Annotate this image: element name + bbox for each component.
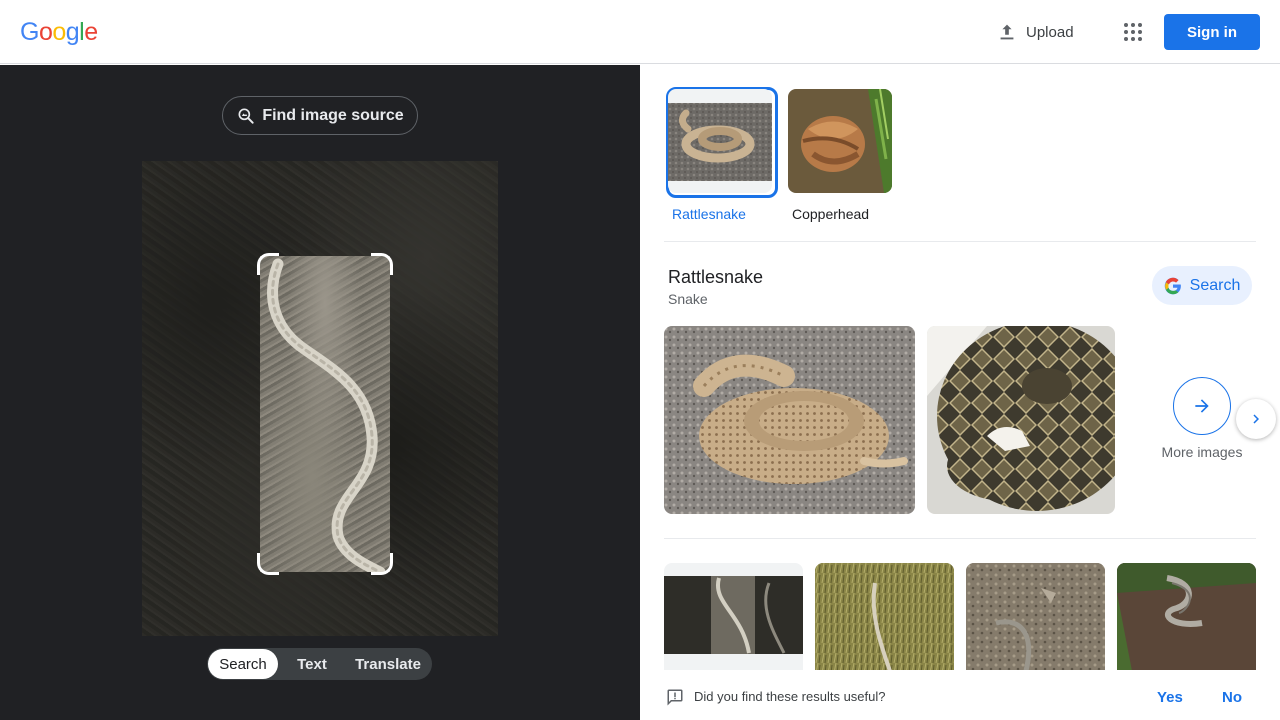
carousel-next-button[interactable] (1236, 399, 1276, 439)
crop-handle-bottom-left[interactable] (257, 553, 279, 575)
logo-letter-g2: g (65, 18, 80, 46)
chip-rattlesnake[interactable]: Rattlesnake (666, 87, 778, 222)
chip-label: Copperhead (792, 206, 870, 222)
more-images-button[interactable]: More images (1160, 377, 1244, 460)
feedback-yes-button[interactable]: Yes (1157, 689, 1183, 706)
find-image-source-label: Find image source (262, 106, 404, 124)
visual-match-1[interactable] (664, 563, 803, 671)
chip-label: Rattlesnake (672, 206, 746, 222)
top-bar: Google Upload Sign in (0, 0, 1280, 64)
image-search-icon (238, 108, 254, 124)
arrow-right-icon (1173, 377, 1231, 435)
upload-icon (1000, 24, 1014, 40)
find-image-source-button[interactable]: Find image source (222, 96, 418, 135)
divider (664, 538, 1256, 539)
google-g-icon (1164, 277, 1181, 294)
chip-thumbnail (668, 89, 772, 193)
visual-match-3[interactable] (966, 563, 1105, 671)
feedback-bar: Did you find these results useful? Yes N… (640, 670, 1280, 720)
results-panel: Rattlesnake Copperhead Rattlesnake Snake (640, 65, 1280, 720)
visual-match-4[interactable] (1117, 563, 1256, 671)
selected-crop-region[interactable] (260, 256, 390, 572)
apps-grid-icon[interactable] (1118, 18, 1146, 46)
logo-letter-o1: o (38, 18, 53, 46)
entity-search-label: Search (1189, 276, 1241, 294)
crop-handle-top-right[interactable] (371, 253, 393, 275)
snake-shape-icon (267, 258, 386, 572)
lens-mode-tabs: Search Text Translate (207, 648, 432, 680)
query-image-panel: Find image source Search Text Translate (0, 65, 640, 720)
visual-match-2[interactable] (815, 563, 954, 671)
entity-title: Rattlesnake (668, 267, 764, 287)
divider (664, 241, 1256, 242)
entity-search-button[interactable]: Search (1152, 266, 1252, 305)
logo-letter-g: G (20, 18, 39, 46)
upload-label: Upload (1026, 23, 1074, 41)
sign-in-button[interactable]: Sign in (1164, 14, 1260, 50)
more-images-label: More images (1161, 444, 1243, 460)
crop-handle-top-left[interactable] (257, 253, 279, 275)
upload-button[interactable]: Upload (988, 16, 1082, 48)
tab-search[interactable]: Search (208, 649, 278, 679)
feedback-question: Did you find these results useful? (694, 689, 886, 704)
chevron-right-icon (1253, 414, 1259, 424)
logo-letter-e: e (84, 18, 98, 46)
entity-image-2[interactable] (927, 326, 1115, 514)
entity-image-1[interactable] (664, 326, 915, 514)
tab-text[interactable]: Text (278, 649, 346, 679)
google-logo[interactable]: Google (20, 18, 98, 47)
entity-subtitle: Snake (668, 291, 708, 307)
logo-letter-o2: o (52, 18, 66, 46)
tab-translate[interactable]: Translate (346, 649, 430, 679)
chip-thumbnail (788, 89, 892, 193)
feedback-icon (667, 689, 683, 706)
feedback-no-button[interactable]: No (1222, 689, 1242, 706)
chip-copperhead[interactable]: Copperhead (788, 89, 892, 222)
